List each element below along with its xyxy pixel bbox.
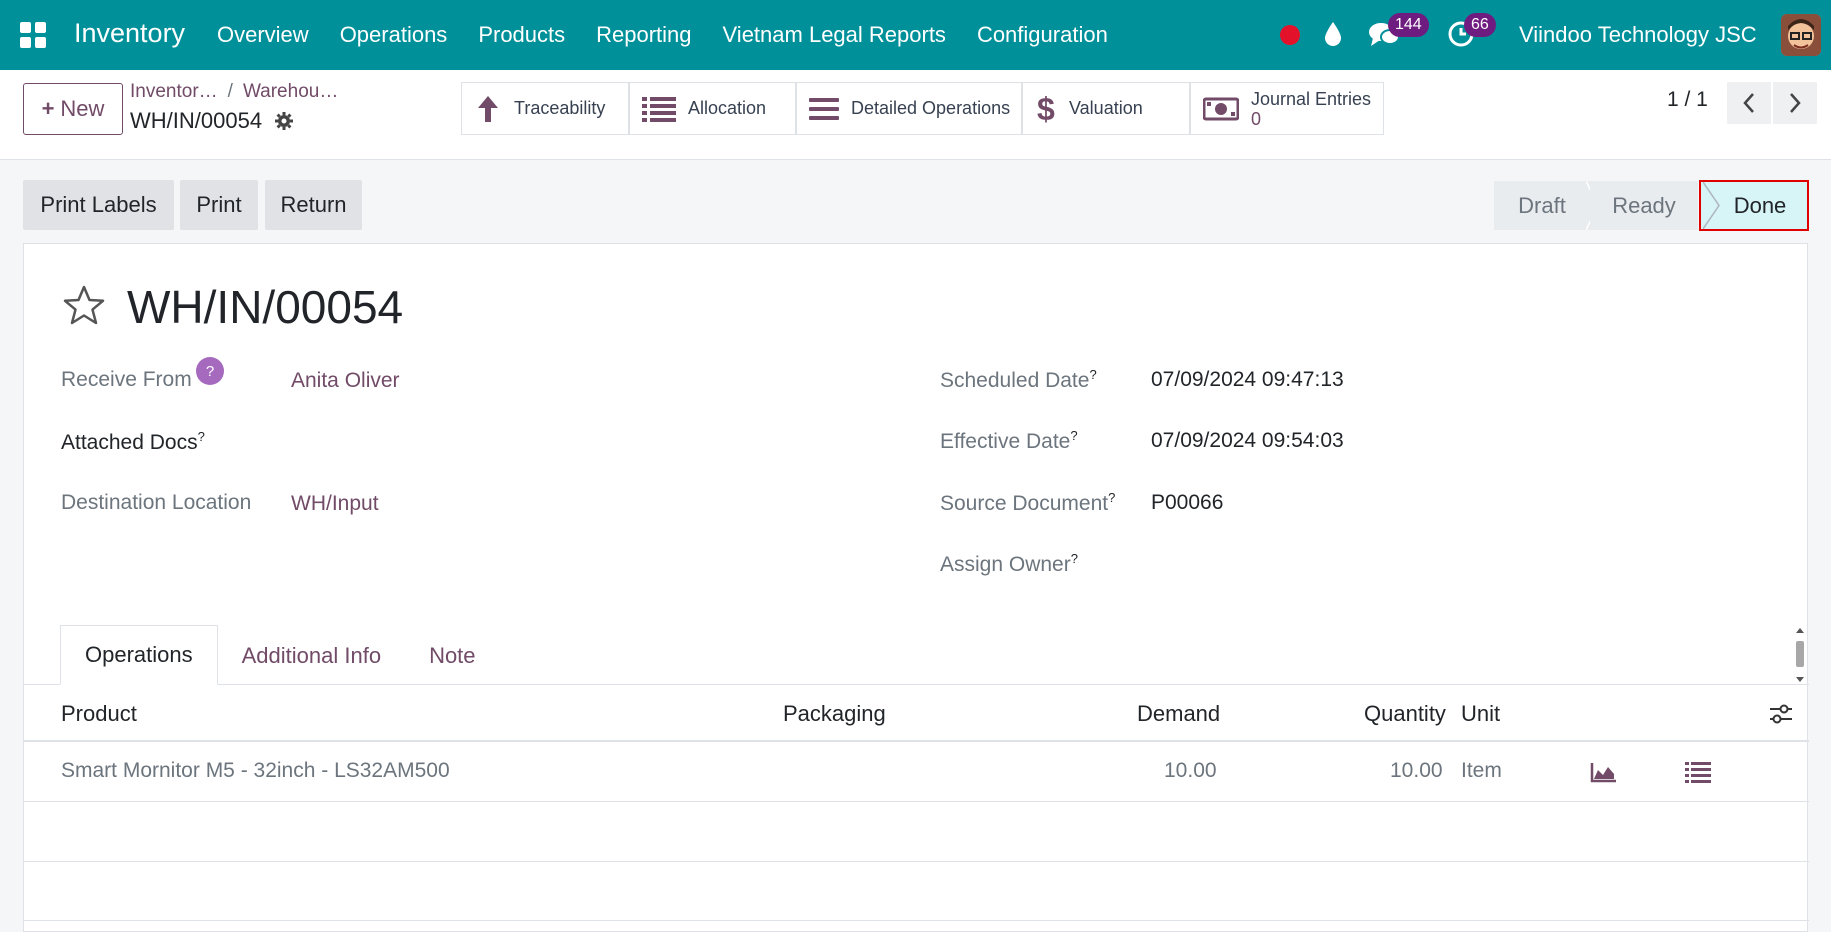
new-button-label: New bbox=[60, 96, 105, 121]
column-unit[interactable]: Unit bbox=[1461, 701, 1500, 727]
table-header: Product Packaging Demand Quantity Unit bbox=[24, 687, 1809, 742]
stage-chevron bbox=[1703, 182, 1720, 229]
breadcrumb: Inventor… / Warehou… bbox=[130, 81, 338, 103]
tab-additional-info[interactable]: Additional Info bbox=[218, 627, 405, 685]
journal-entries-label: Journal Entries bbox=[1251, 88, 1372, 109]
journal-entries-button[interactable]: Journal Entries 0 bbox=[1190, 82, 1384, 135]
effective-date-value[interactable]: 07/09/2024 09:54:03 bbox=[1151, 429, 1344, 453]
traceability-label: Traceability bbox=[514, 98, 606, 118]
print-button[interactable]: Print bbox=[180, 180, 258, 230]
help-icon[interactable]: ? bbox=[196, 357, 224, 385]
area-chart-icon[interactable] bbox=[1590, 761, 1618, 783]
print-labels-button[interactable]: Print Labels bbox=[23, 180, 174, 230]
valuation-label: Valuation bbox=[1069, 98, 1143, 118]
valuation-button[interactable]: $ Valuation bbox=[1022, 82, 1190, 135]
empty-row bbox=[24, 862, 1809, 921]
destination-location-label: Destination Location bbox=[61, 491, 252, 514]
notebook-tabs: Operations Additional Info Note bbox=[60, 625, 500, 685]
form-sheet: WH/IN/00054 Receive From ? Anita Oliver … bbox=[23, 243, 1809, 932]
stage-done-label: Done bbox=[1733, 192, 1787, 218]
journal-entries-count: 0 bbox=[1251, 108, 1262, 129]
stage-ready[interactable]: Ready bbox=[1590, 181, 1698, 230]
menu-vietnam-legal-reports[interactable]: Vietnam Legal Reports bbox=[723, 22, 946, 48]
column-product[interactable]: Product bbox=[61, 701, 137, 727]
optional-columns-icon[interactable] bbox=[1769, 703, 1793, 725]
pager-previous-button[interactable] bbox=[1727, 82, 1771, 124]
svg-text:$: $ bbox=[1037, 92, 1055, 126]
recording-icon[interactable] bbox=[1280, 25, 1300, 45]
top-navbar: Inventory Overview Operations Products R… bbox=[0, 0, 1831, 70]
receive-from-value[interactable]: Anita Oliver bbox=[291, 369, 400, 393]
pager-value[interactable]: 1 / 1 bbox=[1667, 88, 1708, 112]
row-unit: Item bbox=[1461, 759, 1502, 782]
arrow-up-icon bbox=[478, 95, 498, 122]
row-product: Smart Mornitor M5 - 32inch - LS32AM500 bbox=[61, 759, 450, 782]
menu-operations[interactable]: Operations bbox=[340, 22, 448, 48]
app-name[interactable]: Inventory bbox=[74, 18, 185, 49]
table-row[interactable]: Smart Mornitor M5 - 32inch - LS32AM500 1… bbox=[24, 743, 1809, 802]
control-panel: + New Inventor… / Warehou… WH/IN/00054 Tra… bbox=[0, 70, 1831, 160]
breadcrumb-separator: / bbox=[227, 81, 233, 102]
new-button[interactable]: + New bbox=[23, 83, 123, 135]
row-quantity: 10.00 bbox=[1390, 759, 1443, 782]
chevron-right-icon bbox=[1790, 93, 1801, 113]
menu-reporting[interactable]: Reporting bbox=[596, 22, 691, 48]
scrollbar[interactable] bbox=[1794, 627, 1806, 683]
assign-owner-label: Assign Owner? bbox=[940, 551, 1078, 576]
breadcrumb-warehouse[interactable]: Warehou… bbox=[243, 81, 338, 102]
detailed-operations-button[interactable]: Detailed Operations bbox=[796, 82, 1022, 135]
source-document-label: Source Document? bbox=[940, 490, 1116, 515]
scheduled-date-label: Scheduled Date? bbox=[940, 367, 1097, 392]
return-button[interactable]: Return bbox=[265, 180, 362, 230]
list-icon bbox=[642, 96, 676, 122]
receive-from-label: Receive From bbox=[61, 368, 192, 391]
effective-date-label: Effective Date? bbox=[940, 428, 1078, 453]
dollar-icon: $ bbox=[1037, 92, 1055, 126]
column-packaging[interactable]: Packaging bbox=[783, 701, 886, 727]
detailed-operations-label: Detailed Operations bbox=[851, 98, 1011, 118]
allocation-button[interactable]: Allocation bbox=[629, 82, 796, 135]
apps-menu-icon[interactable] bbox=[20, 22, 46, 48]
source-document-value[interactable]: P00066 bbox=[1151, 491, 1223, 515]
traceability-button[interactable]: Traceability bbox=[461, 82, 629, 135]
tab-note[interactable]: Note bbox=[405, 627, 499, 685]
stage-draft[interactable]: Draft bbox=[1494, 181, 1590, 230]
scheduled-date-value[interactable]: 07/09/2024 09:47:13 bbox=[1151, 368, 1344, 392]
attached-docs-label: Attached Docs? bbox=[61, 429, 205, 454]
column-quantity[interactable]: Quantity bbox=[1364, 701, 1446, 727]
menu-configuration[interactable]: Configuration bbox=[977, 22, 1108, 48]
menu-overview[interactable]: Overview bbox=[217, 22, 309, 48]
gear-icon[interactable] bbox=[274, 111, 294, 131]
plus-icon: + bbox=[41, 96, 55, 121]
pager-next-button[interactable] bbox=[1773, 82, 1817, 124]
empty-row bbox=[24, 803, 1809, 862]
stage-done[interactable]: Done bbox=[1699, 180, 1809, 231]
row-demand: 10.00 bbox=[1164, 759, 1217, 782]
star-icon[interactable] bbox=[62, 284, 106, 326]
money-bill-icon bbox=[1203, 97, 1239, 120]
chevron-left-icon bbox=[1743, 93, 1754, 113]
company-switcher[interactable]: Viindoo Technology JSC bbox=[1519, 22, 1757, 48]
user-avatar[interactable] bbox=[1781, 14, 1821, 56]
breadcrumb-inventory[interactable]: Inventor… bbox=[130, 81, 218, 102]
main-menu: Overview Operations Products Reporting V… bbox=[217, 22, 1108, 48]
detailed-list-icon[interactable] bbox=[1685, 761, 1711, 783]
record-name: WH/IN/00054 bbox=[130, 108, 263, 133]
messages-badge: 144 bbox=[1388, 13, 1429, 37]
allocation-label: Allocation bbox=[688, 98, 767, 118]
tab-operations[interactable]: Operations bbox=[60, 625, 218, 685]
column-demand[interactable]: Demand bbox=[1137, 701, 1220, 727]
record-breadcrumb: WH/IN/00054 bbox=[130, 108, 294, 134]
record-title: WH/IN/00054 bbox=[127, 281, 404, 333]
destination-location-value[interactable]: WH/Input bbox=[291, 492, 379, 516]
drop-icon[interactable] bbox=[1323, 20, 1343, 58]
activities-badge: 66 bbox=[1464, 13, 1496, 37]
menu-products[interactable]: Products bbox=[478, 22, 565, 48]
bars-icon bbox=[809, 97, 839, 120]
